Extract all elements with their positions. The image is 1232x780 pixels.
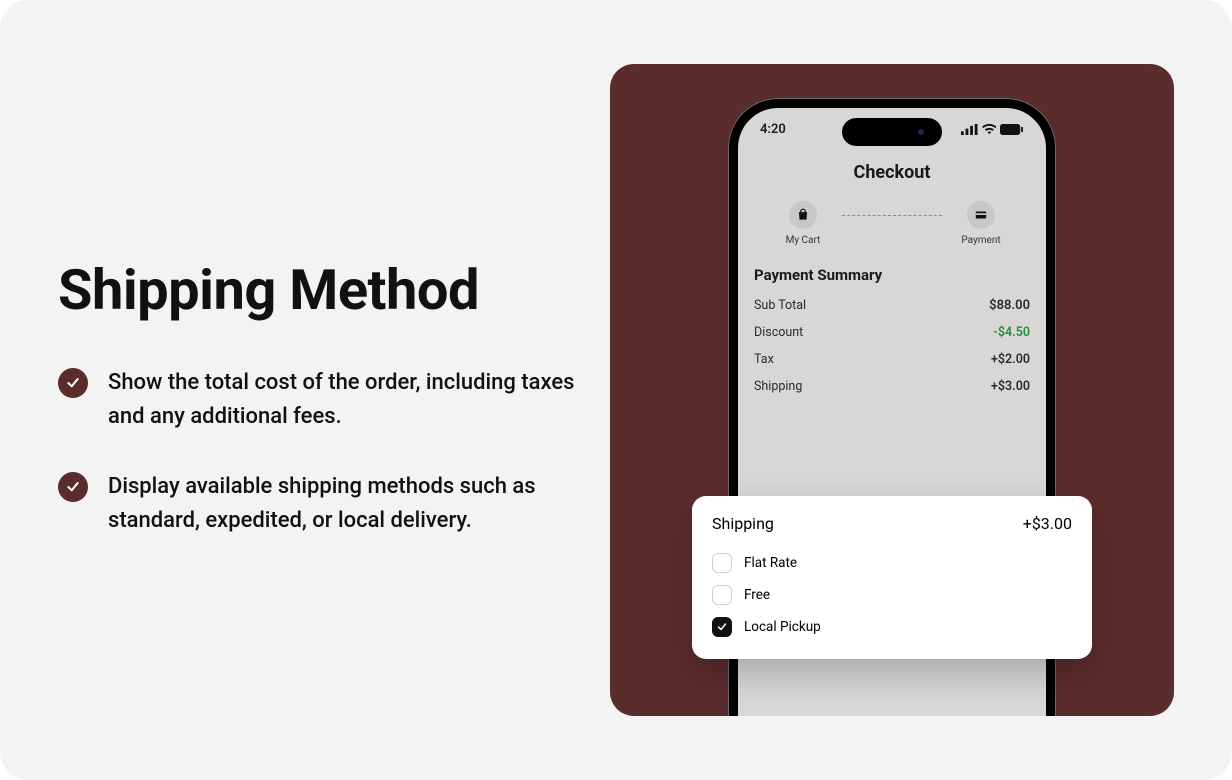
row-value: +$3.00 — [991, 379, 1030, 394]
step-label: My Cart — [786, 235, 821, 246]
checkbox-unchecked — [712, 553, 732, 573]
bullet-text: Display available shipping methods such … — [108, 470, 578, 538]
slide-canvas: Shipping Method Show the total cost of t… — [0, 0, 1232, 780]
row-value: $88.00 — [989, 298, 1030, 313]
left-column: Shipping Method Show the total cost of t… — [58, 260, 578, 574]
battery-icon — [1000, 124, 1024, 135]
page-title: Checkout — [754, 162, 1030, 183]
summary-row-tax: Tax +$2.00 — [754, 346, 1030, 373]
bullet-item: Display available shipping methods such … — [58, 470, 578, 538]
shipping-option-free[interactable]: Free — [712, 579, 1072, 611]
phone-panel: 4:20 Checkout — [610, 64, 1174, 716]
bullet-item: Show the total cost of the order, includ… — [58, 366, 578, 434]
checkout-stepper: My Cart Payment — [754, 201, 1030, 246]
bullet-text: Show the total cost of the order, includ… — [108, 366, 578, 434]
row-label: Shipping — [754, 379, 802, 394]
status-time: 4:20 — [760, 122, 786, 137]
row-label: Tax — [754, 352, 774, 367]
popover-amount: +$3.00 — [1023, 514, 1072, 533]
shipping-popover: Shipping +$3.00 Flat Rate Free Local Pic… — [692, 496, 1092, 659]
summary-row-subtotal: Sub Total $88.00 — [754, 292, 1030, 319]
checkbox-unchecked — [712, 585, 732, 605]
option-label: Local Pickup — [744, 619, 821, 635]
summary-row-discount: Discount -$4.50 — [754, 319, 1030, 346]
summary-row-shipping: Shipping +$3.00 — [754, 373, 1030, 400]
bag-icon — [789, 201, 817, 229]
shipping-option-local-pickup[interactable]: Local Pickup — [712, 611, 1072, 643]
cellular-icon — [961, 124, 978, 135]
wifi-icon — [982, 124, 997, 135]
row-value: -$4.50 — [993, 325, 1030, 340]
step-connector — [842, 215, 942, 216]
dynamic-island — [842, 118, 942, 146]
popover-title: Shipping — [712, 514, 774, 533]
card-icon — [967, 201, 995, 229]
row-label: Discount — [754, 325, 803, 340]
popover-header: Shipping +$3.00 — [712, 514, 1072, 533]
option-label: Flat Rate — [744, 555, 797, 571]
checkbox-checked — [712, 617, 732, 637]
summary-title: Payment Summary — [754, 266, 1030, 284]
check-circle-icon — [58, 472, 88, 502]
step-payment[interactable]: Payment — [946, 201, 1016, 246]
step-label: Payment — [961, 235, 1000, 246]
slide-heading: Shipping Method — [58, 260, 578, 322]
row-label: Sub Total — [754, 298, 806, 313]
shipping-option-flat-rate[interactable]: Flat Rate — [712, 547, 1072, 579]
option-label: Free — [744, 587, 770, 603]
status-icons — [961, 122, 1024, 137]
step-my-cart[interactable]: My Cart — [768, 201, 838, 246]
check-circle-icon — [58, 368, 88, 398]
row-value: +$2.00 — [991, 352, 1030, 367]
